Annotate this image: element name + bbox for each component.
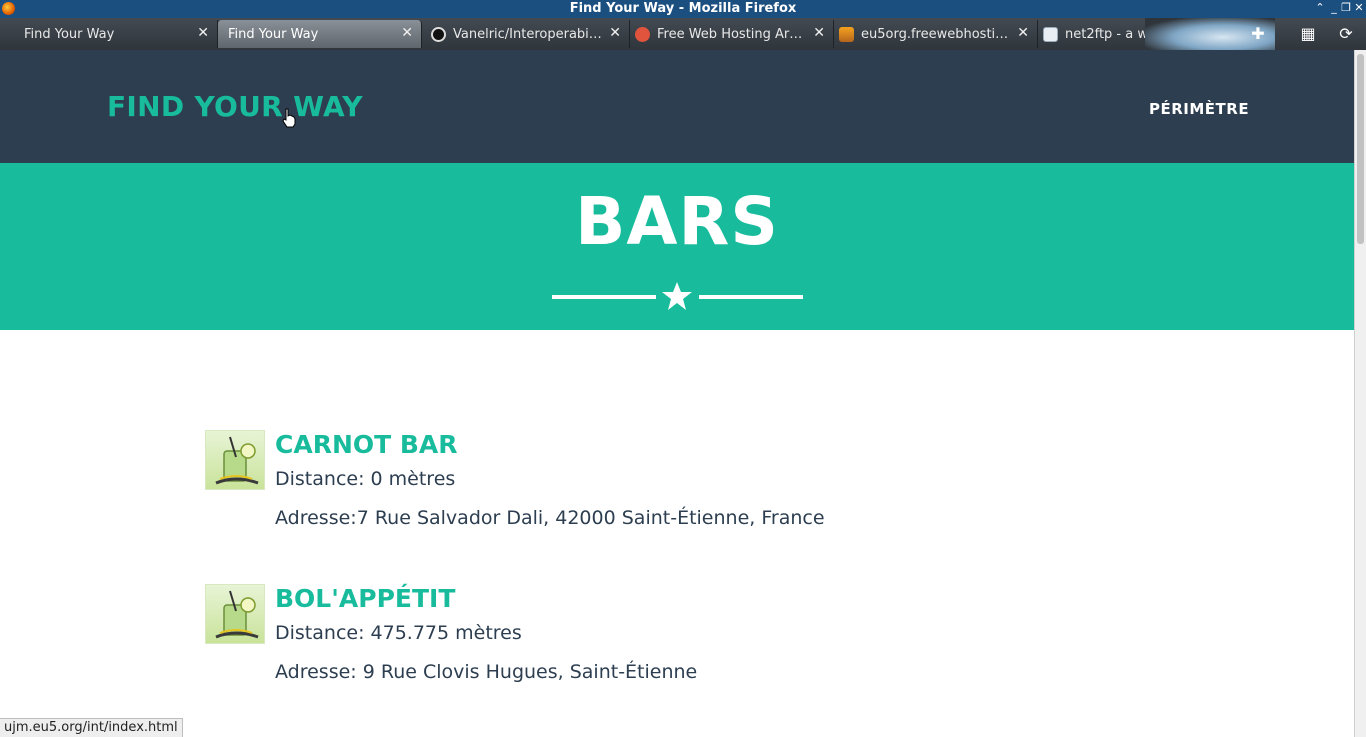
tab-phpmyadmin[interactable]: eu5org.freewebhosti… ✕ xyxy=(834,20,1038,48)
bar-address: Adresse:7 Rue Salvador Dali, 42000 Saint… xyxy=(275,507,825,529)
list-item: CARNOT BAR Distance: 0 mètres Adresse:7 … xyxy=(205,430,1105,560)
page-header: BARS xyxy=(0,163,1354,330)
tab-github[interactable]: Vanelric/Interoperabil… ✕ xyxy=(426,20,630,48)
restore-icon[interactable]: ❐ xyxy=(1340,1,1352,14)
close-tab-icon[interactable]: ✕ xyxy=(1017,25,1029,41)
close-tab-icon[interactable]: ✕ xyxy=(401,25,413,41)
close-tab-icon[interactable]: ✕ xyxy=(609,25,621,41)
tab-label: Free Web Hosting Ar… xyxy=(657,27,803,42)
page-title: BARS xyxy=(575,183,779,260)
tab-strip: Find Your Way ✕ Find Your Way ✕ Vanelric… xyxy=(0,18,1366,50)
site-brand-link[interactable]: FIND YOUR WAY xyxy=(107,90,363,123)
page-scrollbar[interactable] xyxy=(1354,50,1366,737)
divider-line-right xyxy=(699,295,803,299)
bar-distance: Distance: 0 mètres xyxy=(275,468,456,490)
status-bar-url: ujm.eu5.org/int/index.html xyxy=(0,718,183,737)
bar-address: Adresse: 9 Rue Clovis Hugues, Saint-Étie… xyxy=(275,661,698,683)
site-navbar: FIND YOUR WAY PÉRIMÈTRE xyxy=(0,50,1354,163)
minimize-icon[interactable]: ⌃ xyxy=(1314,1,1326,14)
close-tab-icon[interactable]: ✕ xyxy=(813,25,825,41)
close-tab-icon[interactable]: ✕ xyxy=(197,25,209,41)
nav-link-perimetre[interactable]: PÉRIMÈTRE xyxy=(1149,100,1249,118)
tab-label: eu5org.freewebhosti… xyxy=(861,27,1009,42)
scrollbar-thumb[interactable] xyxy=(1357,54,1364,244)
hand-cursor-icon xyxy=(281,108,297,128)
webhost-icon xyxy=(635,27,650,42)
close-window-icon[interactable]: ✕ xyxy=(1353,1,1365,14)
tab-groups-icon[interactable]: ▦ xyxy=(1299,25,1317,43)
bar-name[interactable]: CARNOT BAR xyxy=(275,430,458,459)
divider-line-left xyxy=(552,295,656,299)
cocktail-thumbnail xyxy=(205,430,265,490)
tab-find-your-way-2[interactable]: Find Your Way ✕ xyxy=(218,20,422,48)
bar-distance: Distance: 475.775 mètres xyxy=(275,622,522,644)
bar-name[interactable]: BOL'APPÉTIT xyxy=(275,584,455,613)
tab-label: Vanelric/Interoperabil… xyxy=(453,27,603,42)
tab-free-web-hosting[interactable]: Free Web Hosting Ar… ✕ xyxy=(630,20,834,48)
tab-find-your-way-1[interactable]: Find Your Way ✕ xyxy=(14,20,218,48)
list-item: BOL'APPÉTIT Distance: 475.775 mètres Adr… xyxy=(205,584,1105,714)
window-title: Find Your Way - Mozilla Firefox xyxy=(569,1,797,16)
net2ftp-icon xyxy=(1043,27,1058,42)
cocktail-thumbnail xyxy=(205,584,265,644)
minimize-window-icon[interactable]: _ xyxy=(1328,1,1340,14)
github-icon xyxy=(431,27,446,42)
tab-label: Find Your Way xyxy=(228,27,319,42)
tab-label: Find Your Way xyxy=(24,27,115,42)
window-titlebar: Find Your Way - Mozilla Firefox ⌃ _ ❐ ✕ xyxy=(0,0,1366,18)
star-icon xyxy=(662,282,692,310)
history-icon[interactable]: ⟳ xyxy=(1337,25,1355,43)
new-tab-icon[interactable]: ✚ xyxy=(1249,25,1267,43)
phpmyadmin-icon xyxy=(839,27,854,42)
